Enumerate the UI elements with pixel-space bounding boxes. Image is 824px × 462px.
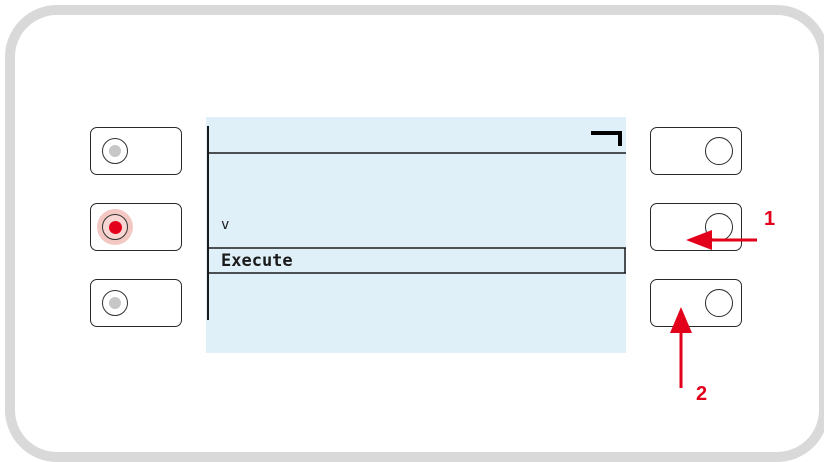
callout-label-2: 2 (696, 383, 708, 405)
callout-label-1: 1 (764, 208, 776, 230)
arrow-1-head-icon (686, 230, 712, 250)
arrow-2-head-icon (670, 307, 692, 333)
